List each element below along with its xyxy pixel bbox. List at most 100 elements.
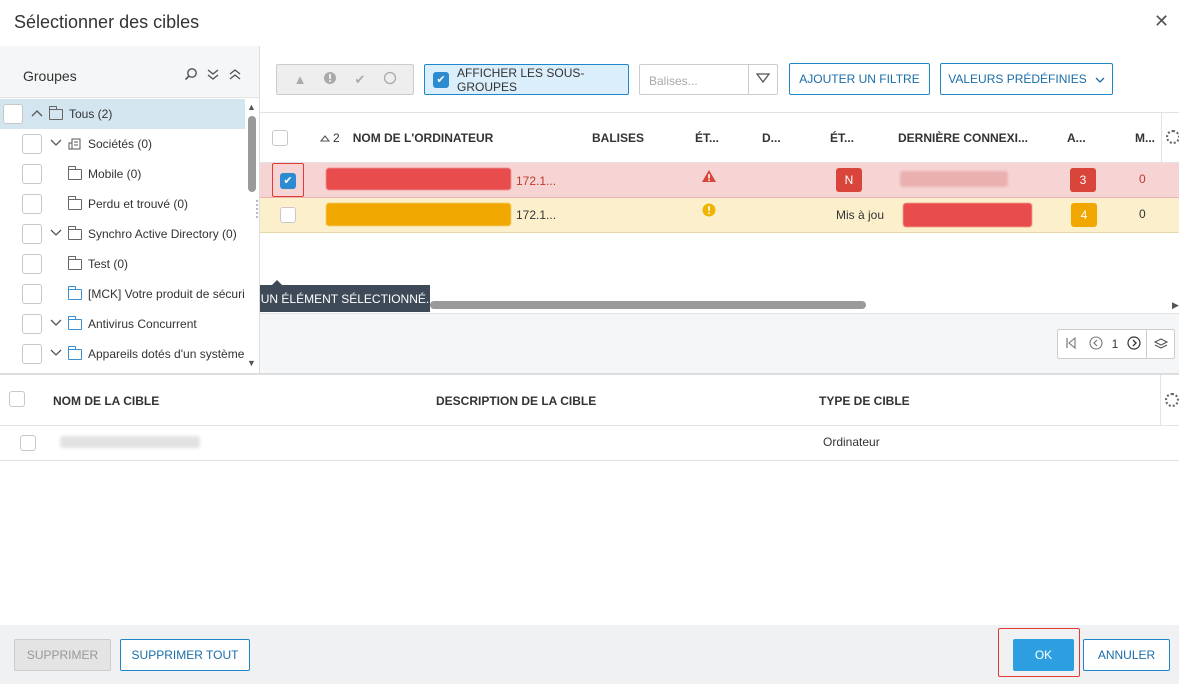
tree-item-ad-sync[interactable]: Synchro Active Directory (0) xyxy=(22,219,237,249)
redacted-computer-name xyxy=(326,168,511,190)
redacted-computer-name xyxy=(326,203,511,226)
chevron-down-icon[interactable] xyxy=(49,348,63,360)
chevron-down-icon[interactable] xyxy=(49,318,63,330)
delete-button[interactable]: SUPPRIMER xyxy=(14,639,111,671)
column-tags[interactable]: BALISES xyxy=(592,131,644,145)
redacted-target-name xyxy=(60,436,200,448)
add-filter-button[interactable]: AJOUTER UN FILTRE xyxy=(789,63,930,95)
tags-select[interactable]: Balises... xyxy=(639,64,778,95)
close-icon[interactable]: ✕ xyxy=(1154,12,1170,30)
folder-icon xyxy=(49,105,63,120)
tree-item-label: Perdu et trouvé (0) xyxy=(88,197,189,211)
row-checkbox-checked[interactable]: ✔ xyxy=(280,173,296,189)
column-target-type[interactable]: TYPE DE CIBLE xyxy=(819,394,910,408)
search-icon[interactable] xyxy=(183,67,199,83)
dynamic-group-icon xyxy=(68,345,82,360)
alerts-badge: 3 xyxy=(1070,168,1096,192)
tree-checkbox[interactable] xyxy=(22,134,42,154)
collapse-all-icon[interactable] xyxy=(227,67,243,83)
tree-item-label: [MCK] Votre produit de sécuri xyxy=(88,287,245,301)
tree-checkbox[interactable] xyxy=(22,284,42,304)
checkbox-checked-icon[interactable]: ✔ xyxy=(433,71,449,88)
status-filter-group: ▲ ✔ xyxy=(276,64,414,95)
tree-checkbox[interactable] xyxy=(3,104,23,124)
none-filter-icon[interactable] xyxy=(382,71,398,88)
chevron-down-icon[interactable] xyxy=(49,138,63,150)
current-page: 1 xyxy=(1111,337,1119,351)
column-last-connection[interactable]: DERNIÈRE CONNEXI... xyxy=(898,131,1028,145)
tree-item-mobile[interactable]: Mobile (0) xyxy=(22,159,141,189)
warning-triangle-icon xyxy=(701,169,717,186)
warning-filter-icon[interactable]: ▲ xyxy=(292,72,308,87)
column-settings[interactable] xyxy=(1161,113,1179,162)
ok-filter-icon[interactable]: ✔ xyxy=(352,72,368,88)
gear-icon[interactable] xyxy=(1165,393,1179,407)
scroll-right-icon[interactable]: ▶ xyxy=(1172,300,1179,311)
column-status-2[interactable]: ÉT... xyxy=(830,131,854,145)
column-computer-name[interactable]: 2 NOM DE L'ORDINATEUR xyxy=(319,131,494,145)
status-badge: N xyxy=(836,168,862,192)
row-checkbox[interactable] xyxy=(20,435,36,451)
gear-icon[interactable] xyxy=(1166,130,1179,144)
show-subgroups-toggle[interactable]: ✔ AFFICHER LES SOUS-GROUPES xyxy=(424,64,629,95)
select-all-targets-checkbox[interactable] xyxy=(9,391,25,407)
table-row[interactable]: 172.1... Mis à jou 4 0 xyxy=(260,198,1179,233)
table-row[interactable]: ✔ 172.1... N 3 0 xyxy=(260,163,1179,198)
tree-item-test[interactable]: Test (0) xyxy=(22,249,128,279)
tree-item-societes[interactable]: Sociétés (0) xyxy=(22,129,152,159)
folder-icon xyxy=(68,195,82,210)
column-alerts[interactable]: A... xyxy=(1067,131,1086,145)
column-settings[interactable] xyxy=(1160,375,1179,425)
tree-checkbox[interactable] xyxy=(22,254,42,274)
scroll-up-icon[interactable]: ▲ xyxy=(247,102,256,112)
tree-item-label: Tous (2) xyxy=(69,107,113,121)
table-row[interactable]: Ordinateur xyxy=(0,426,1179,461)
tree-item-mck[interactable]: [MCK] Votre produit de sécuri xyxy=(22,279,245,309)
cancel-button[interactable]: ANNULER xyxy=(1083,639,1170,671)
delete-all-button[interactable]: SUPPRIMER TOUT xyxy=(120,639,250,671)
tree-item-label: Antivirus Concurrent xyxy=(88,317,197,331)
target-type: Ordinateur xyxy=(823,435,880,449)
column-d[interactable]: D... xyxy=(762,131,781,145)
groups-header: Groupes xyxy=(0,46,259,98)
next-page-icon[interactable] xyxy=(1122,335,1146,353)
info-circle-icon xyxy=(702,203,716,220)
ok-button[interactable]: OK xyxy=(1013,639,1074,671)
dynamic-group-icon xyxy=(68,315,82,330)
column-status-1[interactable]: ÉT... xyxy=(695,131,719,145)
tree-checkbox[interactable] xyxy=(22,314,42,334)
error-filter-icon[interactable] xyxy=(322,71,338,88)
table-horizontal-scrollbar[interactable] xyxy=(430,301,866,309)
computer-ip: 172.1... xyxy=(516,208,557,222)
folder-icon xyxy=(68,225,82,240)
scrollbar-thumb[interactable] xyxy=(248,116,256,192)
folder-icon xyxy=(68,255,82,270)
column-target-description[interactable]: DESCRIPTION DE LA CIBLE xyxy=(436,394,596,408)
expand-all-icon[interactable] xyxy=(205,67,221,83)
chevron-down-icon[interactable] xyxy=(49,228,63,240)
m-count: 0 xyxy=(1139,207,1146,221)
groups-scrollbar[interactable]: ▲ ▼ xyxy=(245,100,259,372)
tree-item-devices[interactable]: Appareils dotés d'un système xyxy=(22,339,245,369)
tree-item-antivirus[interactable]: Antivirus Concurrent xyxy=(22,309,197,339)
alerts-badge: 4 xyxy=(1071,203,1097,227)
first-page-icon[interactable] xyxy=(1058,336,1084,352)
tree-item-lost-found[interactable]: Perdu et trouvé (0) xyxy=(22,189,188,219)
tree-checkbox[interactable] xyxy=(22,224,42,244)
prev-page-icon[interactable] xyxy=(1084,335,1108,353)
scroll-down-icon[interactable]: ▼ xyxy=(247,358,256,368)
tree-checkbox[interactable] xyxy=(22,194,42,214)
column-target-name[interactable]: NOM DE LA CIBLE xyxy=(53,394,159,408)
column-label: NOM DE L'ORDINATEUR xyxy=(352,131,494,145)
tree-checkbox[interactable] xyxy=(22,164,42,184)
chevron-up-icon[interactable] xyxy=(30,108,44,120)
row-checkbox[interactable] xyxy=(280,207,296,223)
redacted-last-connection xyxy=(900,171,1008,187)
presets-button[interactable]: VALEURS PRÉDÉFINIES xyxy=(940,63,1113,95)
tree-item-all[interactable]: Tous (2) xyxy=(3,99,112,129)
tree-checkbox[interactable] xyxy=(22,344,42,364)
select-all-checkbox[interactable] xyxy=(272,130,288,146)
chevron-down-icon[interactable] xyxy=(748,65,777,94)
column-m[interactable]: M... xyxy=(1135,131,1155,145)
layers-icon[interactable] xyxy=(1146,330,1174,358)
